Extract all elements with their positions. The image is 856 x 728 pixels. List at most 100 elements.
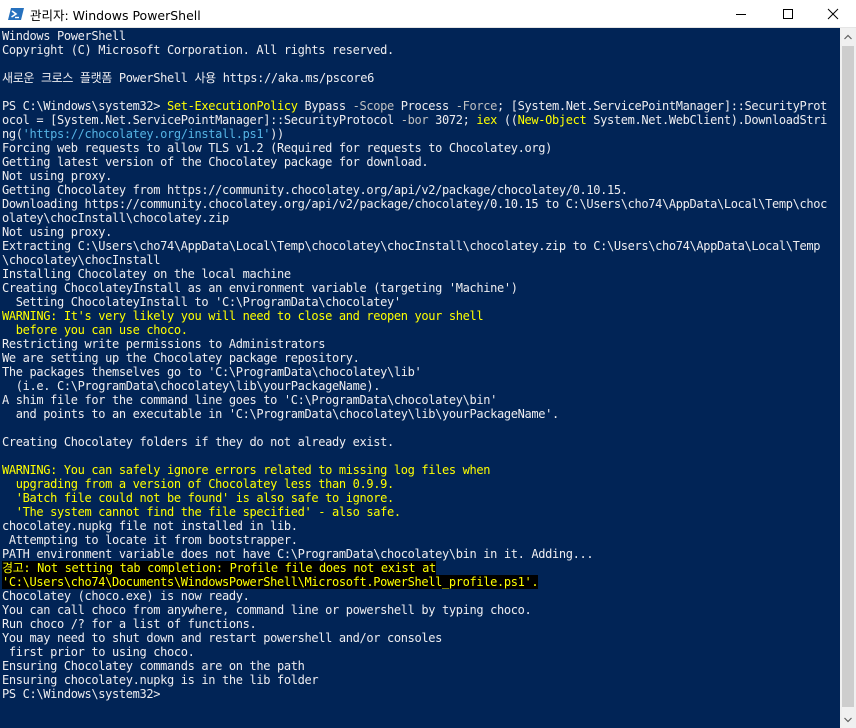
console-text-segment: and points to an executable in 'C:\Progr…: [2, 407, 559, 421]
console-text-segment: 'The system cannot find the file specifi…: [2, 505, 401, 519]
console-text-segment: PS C:\Windows\system32>: [2, 99, 167, 113]
console-text-segment: PS C:\Windows\system32>: [2, 687, 161, 701]
console-line: Attempting to locate it from bootstrappe…: [2, 533, 298, 547]
console-text-segment: Getting Chocolatey from https://communit…: [2, 183, 628, 197]
console-text-segment: PATH environment variable does not have …: [2, 547, 594, 561]
console-line: Extracting C:\Users\cho74\AppData\Local\…: [2, 239, 820, 253]
scroll-down-button[interactable]: [840, 711, 856, 728]
minimize-icon: [736, 14, 746, 15]
console-line: Installing Chocolatey on the local machi…: [2, 267, 291, 281]
console-line: ocol = [System.Net.ServicePointManager]:…: [2, 113, 827, 127]
powershell-window: 관리자: Windows PowerShell Windows PowerShe…: [0, 0, 856, 728]
console-text-segment: System.Net.WebClient).DownloadStri: [586, 113, 827, 127]
console-text-segment: Restricting write permissions to Adminis…: [2, 337, 326, 351]
console-line: Restricting write permissions to Adminis…: [2, 337, 325, 351]
console-text-segment: 3072;: [428, 113, 477, 127]
scroll-up-button[interactable]: [840, 28, 856, 45]
console-text-segment: You can call choco from anywhere, comman…: [2, 603, 532, 617]
console-line: before you can use choco.: [2, 323, 188, 337]
console-text-segment: Windows PowerShell: [2, 29, 126, 43]
console-line: first prior to using choco.: [2, 645, 195, 659]
console-line: 'C:\Users\cho74\Documents\WindowsPowerSh…: [2, 575, 539, 589]
console-text-segment: Not using proxy.: [2, 169, 112, 183]
console-line: 'Batch file could not be found' is also …: [2, 491, 394, 505]
console-line: A shim file for the command line goes to…: [2, 393, 497, 407]
window-title: 관리자: Windows PowerShell: [30, 8, 201, 23]
console-line: Downloading https://community.chocolatey…: [2, 197, 827, 211]
console-text-segment: first prior to using choco.: [2, 645, 195, 659]
console-line: 경고: Not setting tab completion: Profile …: [2, 561, 436, 575]
console-text-segment: Copyright (C) Microsoft Corporation. All…: [2, 43, 394, 57]
scroll-down-arrow-icon: [844, 717, 852, 722]
console-text-segment: upgrading from a version of Chocolatey l…: [2, 477, 394, 491]
console-line: Chocolatey (choco.exe) is now ready.: [2, 589, 250, 603]
console-line: \chocolatey\chocInstall: [2, 253, 160, 267]
console-line: Creating ChocolateyInstall as an environ…: [2, 281, 518, 295]
console-text-segment: Bypass: [297, 99, 353, 113]
console-text-segment: ocol = [System.Net.ServicePointManager]:…: [2, 113, 401, 127]
console-text-segment: -Scope: [352, 99, 395, 113]
console-text-segment: New-Object: [517, 113, 587, 127]
console-text-segment: A shim file for the command line goes to…: [2, 393, 497, 407]
console-text-segment: Ensuring chocolatey.nupkg is in the lib …: [2, 673, 319, 687]
console-line: PS C:\Windows\system32> Set-ExecutionPol…: [2, 99, 827, 113]
console-text-segment: Installing Chocolatey on the local machi…: [2, 267, 291, 281]
console-line: You may need to shut down and restart po…: [2, 631, 442, 645]
console-text-segment: )): [270, 127, 284, 141]
console-line: (i.e. C:\ProgramData\chocolatey\lib\your…: [2, 379, 381, 393]
console-text-segment: Downloading https://community.chocolatey…: [2, 197, 827, 211]
scrollbar-thumb[interactable]: [842, 46, 854, 707]
console-output[interactable]: Windows PowerShell Copyright (C) Microsof…: [0, 28, 840, 728]
scroll-up-arrow-icon: [844, 34, 852, 39]
console-line: and points to an executable in 'C:\Progr…: [2, 407, 559, 421]
console-line: upgrading from a version of Chocolatey l…: [2, 477, 394, 491]
console-text-segment: olatey\chocInstall\chocolatey.zip: [2, 211, 229, 225]
console-line: Forcing web requests to allow TLS v1.2 (…: [2, 141, 552, 155]
console-text-segment: Extracting C:\Users\cho74\AppData\Local\…: [2, 239, 821, 253]
console-line: WARNING: You can safely ignore errors re…: [2, 463, 490, 477]
console-line: olatey\chocInstall\chocolatey.zip: [2, 211, 229, 225]
console-text-segment: ; [System.Net.ServicePointManager]::Secu…: [497, 99, 827, 113]
console-text-segment: Creating ChocolateyInstall as an environ…: [2, 281, 518, 295]
console-line: PATH environment variable does not have …: [2, 547, 594, 561]
console-text-segment: (i.e. C:\ProgramData\chocolatey\lib\your…: [2, 379, 381, 393]
close-button[interactable]: [810, 0, 856, 28]
console-line: chocolatey.nupkg file not installed in l…: [2, 519, 298, 533]
console-text-segment: Creating Chocolatey folders if they do n…: [2, 435, 394, 449]
console-line: 'The system cannot find the file specifi…: [2, 505, 401, 519]
console-text-segment: Process: [393, 99, 456, 113]
console-line: Setting ChocolateyInstall to 'C:\Program…: [2, 295, 401, 309]
console-text-segment: iex: [476, 113, 497, 127]
console-line: Not using proxy.: [2, 169, 112, 183]
console-text-segment: WARNING: You can safely ignore errors re…: [2, 463, 491, 477]
console-text-segment: Ensuring Chocolatey commands are on the …: [2, 659, 305, 673]
vertical-scrollbar[interactable]: [840, 28, 856, 728]
console-line: You can call choco from anywhere, comman…: [2, 603, 532, 617]
powershell-icon: [8, 8, 24, 20]
console-text-segment: Run choco /? for a list of functions.: [2, 617, 257, 631]
console-line: PS C:\Windows\system32>: [2, 687, 160, 701]
console-line: Ensuring Chocolatey commands are on the …: [2, 659, 305, 673]
console-line: Windows PowerShell: [2, 29, 126, 43]
maximize-icon: [783, 9, 793, 19]
console-line: ng('https://chocolatey.org/install.ps1')…: [2, 127, 284, 141]
console-text-segment: chocolatey.nupkg file not installed in l…: [2, 519, 298, 533]
console-line: Getting latest version of the Chocolatey…: [2, 155, 429, 169]
console-text-segment: The packages themselves go to 'C:\Progra…: [2, 365, 422, 379]
title-bar[interactable]: 관리자: Windows PowerShell: [0, 0, 856, 28]
console-line: 새로운 크로스 플랫폼 PowerShell 사용 https://aka.ms…: [2, 71, 374, 85]
console-text-segment: \chocolatey\chocInstall: [2, 253, 161, 267]
console-text-segment: Getting latest version of the Chocolatey…: [2, 155, 429, 169]
console-text-segment: ng(: [2, 127, 23, 141]
maximize-button[interactable]: [765, 0, 811, 28]
console-line: Getting Chocolatey from https://communit…: [2, 183, 628, 197]
close-icon: [827, 8, 839, 20]
console-line: Not using proxy.: [2, 225, 112, 239]
minimize-button[interactable]: [718, 0, 764, 28]
console-text-segment: -Force: [455, 99, 498, 113]
console-text-segment: Attempting to locate it from bootstrappe…: [2, 533, 298, 547]
console-text-segment: You may need to shut down and restart po…: [2, 631, 442, 645]
console-text-segment: Set-ExecutionPolicy: [167, 99, 298, 113]
console-text-segment: 'Batch file could not be found' is also …: [2, 491, 394, 505]
console-text-segment: 'C:\Users\cho74\Documents\WindowsPowerSh…: [2, 575, 539, 589]
